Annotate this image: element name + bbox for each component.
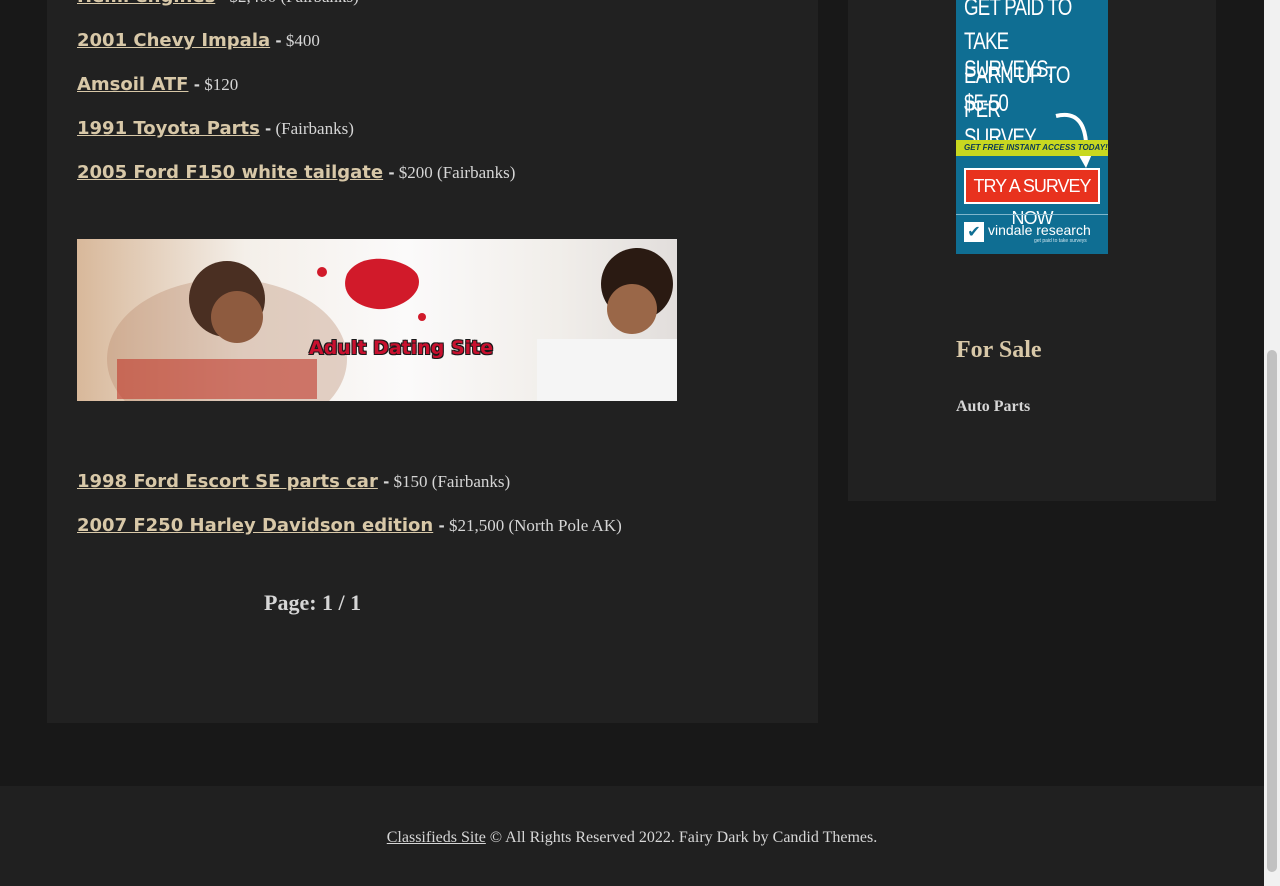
listing-item: 2005 Ford F150 white tailgate - $200 (Fa… xyxy=(77,162,516,183)
banner-illustration xyxy=(107,248,677,401)
listing-link[interactable]: 2005 Ford F150 white tailgate xyxy=(77,162,383,183)
survey-banner-ad[interactable]: GET PAID TO TAKE SURVEYS, EARN UP TO $5-… xyxy=(956,0,1108,254)
listing-item: 2007 F250 Harley Davidson edition - $21,… xyxy=(77,515,622,536)
scrollbar-thumb[interactable] xyxy=(1267,350,1277,872)
listing-item: Amsoil ATF - $120 xyxy=(77,74,239,95)
listing-link[interactable]: 2001 Chevy Impala xyxy=(77,30,270,51)
listing-item: 1991 Toyota Parts - (Fairbanks) xyxy=(77,118,354,139)
divider xyxy=(956,214,1108,215)
survey-ad-brand: vindale research xyxy=(988,222,1091,238)
listing-link[interactable]: Amsoil ATF xyxy=(77,74,188,95)
listing-detail: (Fairbanks) xyxy=(271,119,354,138)
listing-item: 1998 Ford Escort SE parts car - $150 (Fa… xyxy=(77,471,511,492)
listing-item: 2001 Chevy Impala - $400 xyxy=(77,30,320,51)
dating-banner-ad[interactable]: Adult Dating Site xyxy=(77,239,677,401)
listing-detail: $21,500 (North Pole AK) xyxy=(444,516,622,535)
check-icon: ✔ xyxy=(964,222,984,242)
listing-cut-off[interactable]: Hemi engines - $2,400 (Fairbanks) xyxy=(77,0,359,7)
listing-link[interactable]: 1998 Ford Escort SE parts car xyxy=(77,471,378,492)
footer-text: Classifieds Site © All Rights Reserved 2… xyxy=(0,829,1264,847)
listing-detail: $120 xyxy=(199,75,239,94)
sidebar-heading: For Sale xyxy=(956,337,1042,363)
banner-ad-text: Adult Dating Site xyxy=(309,337,494,359)
survey-ad-strip: GET FREE INSTANT ACCESS TODAY! xyxy=(956,140,1108,156)
listing-detail: $200 (Fairbanks) xyxy=(394,163,516,182)
try-survey-button[interactable]: TRY A SURVEY NOW xyxy=(964,168,1100,228)
footer-site-link[interactable]: Classifieds Site xyxy=(387,829,486,846)
footer-copyright: © All Rights Reserved 2022. Fairy Dark b… xyxy=(485,829,878,846)
sidebar-link-auto-parts[interactable]: Auto Parts xyxy=(956,398,1030,416)
pagination-label: Page: 1 / 1 xyxy=(264,590,362,615)
listing-link[interactable]: 2007 F250 Harley Davidson edition xyxy=(77,515,433,536)
listing-detail: $400 xyxy=(281,31,320,50)
listing-detail: $150 (Fairbanks) xyxy=(389,472,511,491)
survey-ad-tagline: get paid to take surveys xyxy=(1034,238,1087,244)
listing-link[interactable]: 1991 Toyota Parts xyxy=(77,118,260,139)
survey-ad-line: GET PAID TO xyxy=(964,0,1072,21)
